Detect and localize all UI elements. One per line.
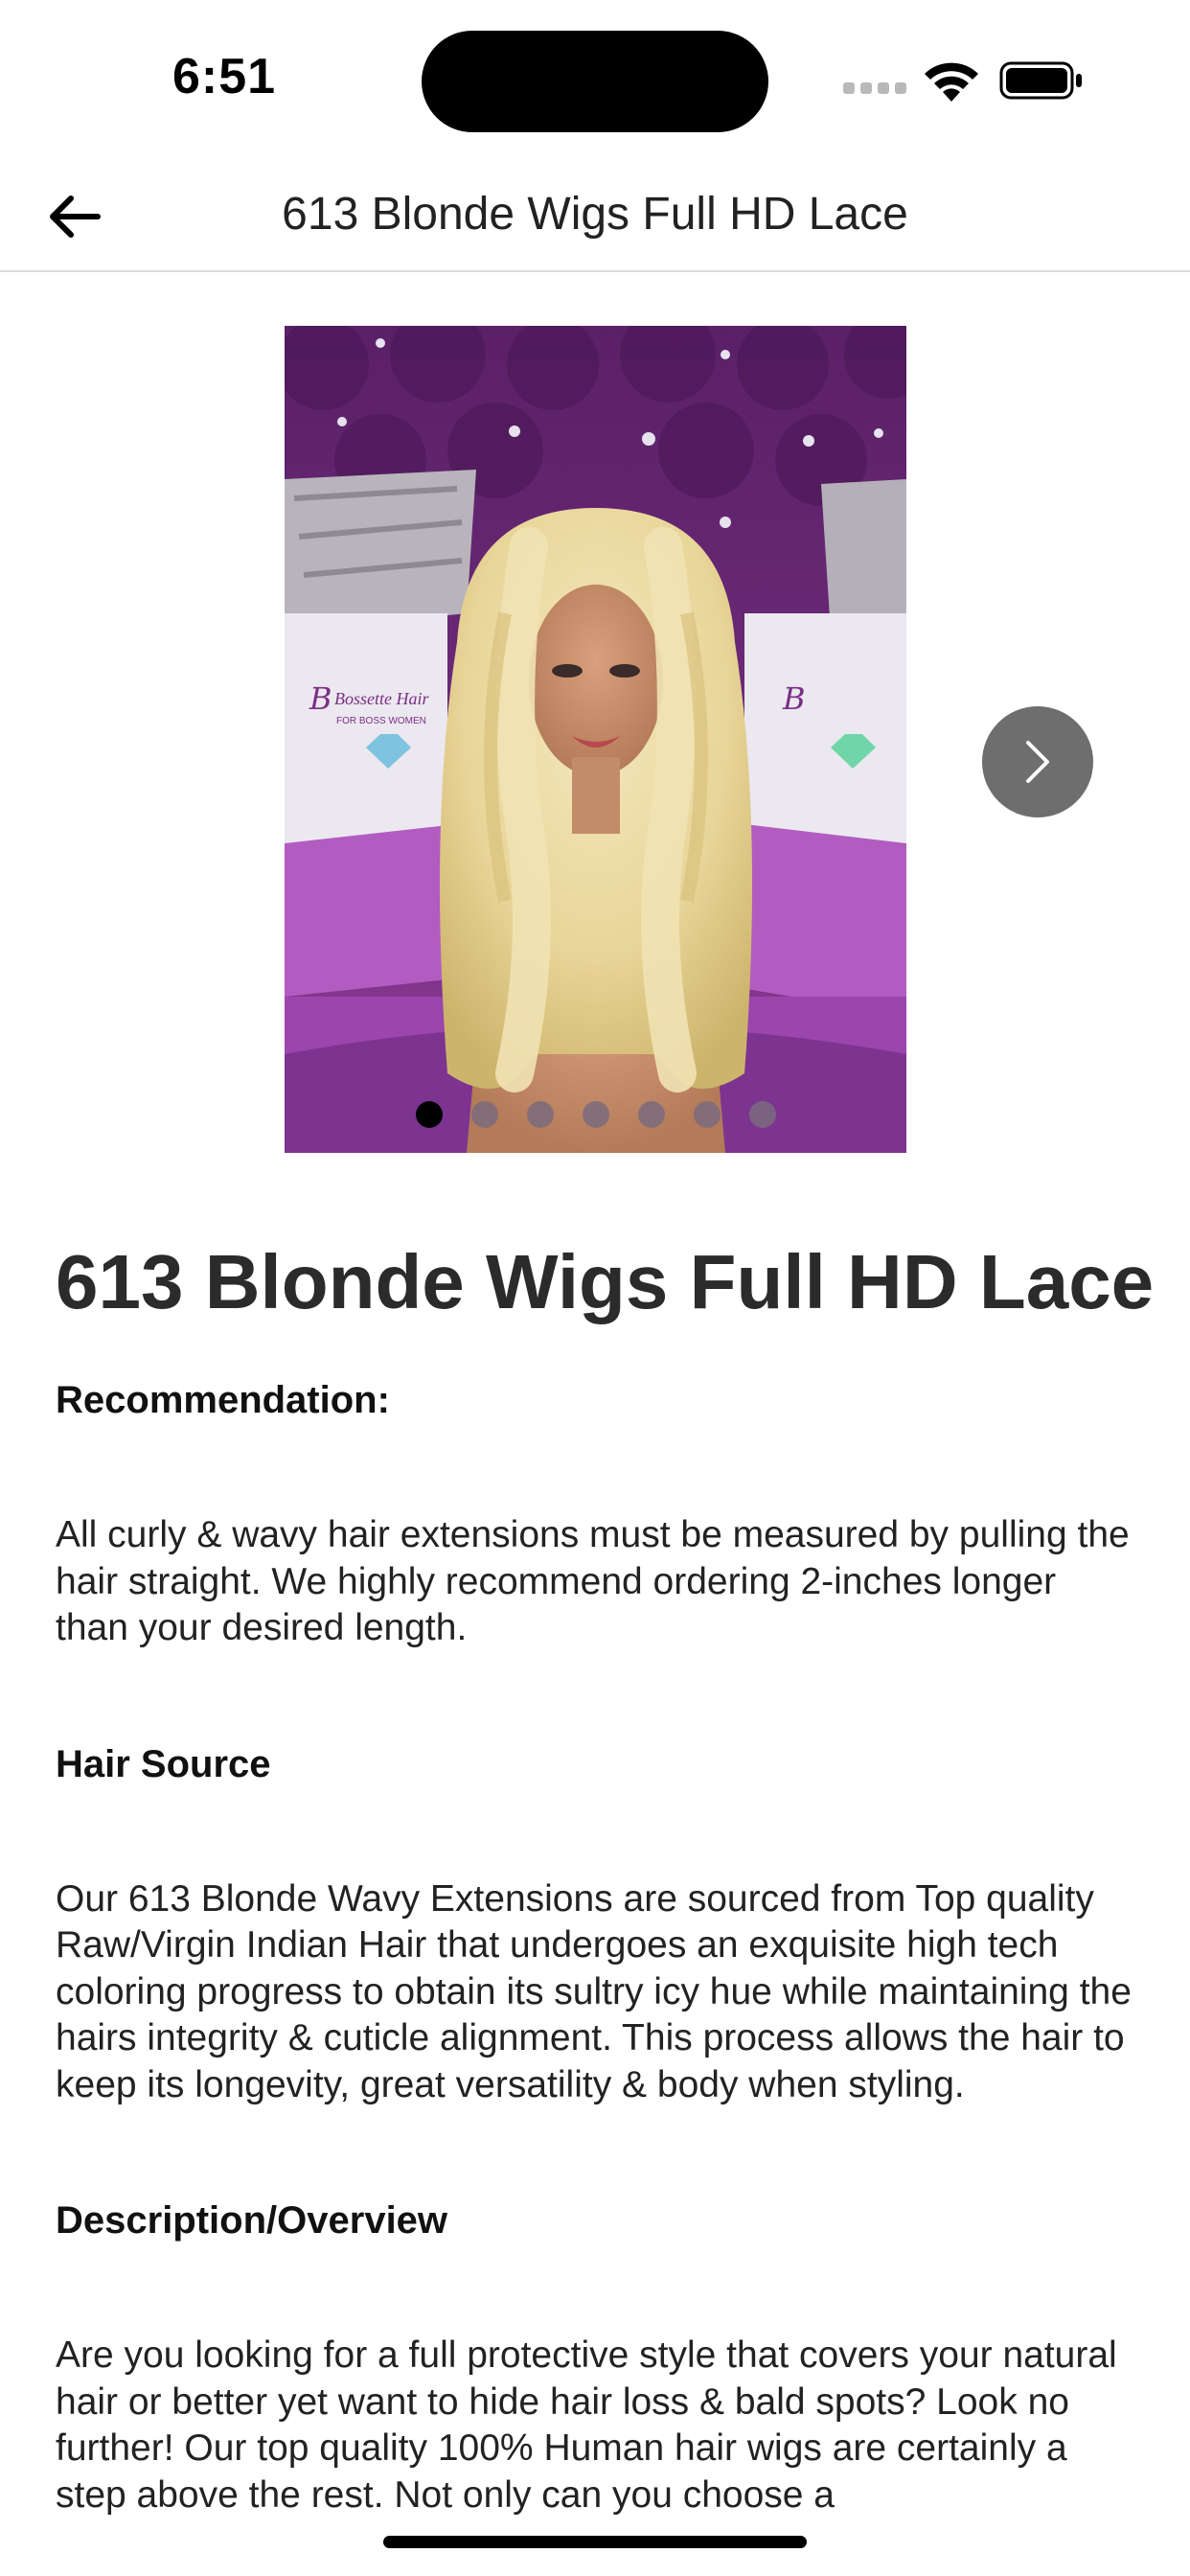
- carousel-pagination: [285, 1101, 906, 1128]
- svg-text:B: B: [782, 680, 806, 717]
- product-title: 613 Blonde Wigs Full HD Lace: [56, 1239, 1155, 1324]
- home-indicator[interactable]: [383, 2536, 807, 2548]
- carousel-dot[interactable]: [637, 1101, 665, 1128]
- carousel-next-button[interactable]: [982, 706, 1093, 817]
- carousel-dot[interactable]: [470, 1101, 498, 1128]
- section-heading-description: Description/Overview: [56, 2199, 448, 2242]
- carousel-dot[interactable]: [693, 1101, 721, 1128]
- product-photo[interactable]: B Bossette Hair FOR BOSS WOMEN B: [285, 326, 906, 1153]
- cellular-signal-icon: [843, 82, 906, 96]
- section-body-recommendation: All curly & wavy hair extensions must be…: [56, 1514, 1130, 1648]
- navigation-bar: 613 Blonde Wigs Full HD Lace: [0, 163, 1190, 272]
- carousel-dot[interactable]: [415, 1101, 443, 1128]
- arrow-left-icon: [50, 196, 101, 238]
- section-heading-recommendation: Recommendation:: [56, 1379, 390, 1421]
- svg-text:B: B: [309, 680, 332, 717]
- status-time: 6:51: [172, 49, 277, 104]
- carousel-dot[interactable]: [582, 1101, 609, 1128]
- photo-brand-text: Bossette Hair: [334, 689, 429, 708]
- dynamic-island: [422, 31, 768, 132]
- carousel-dot[interactable]: [748, 1101, 776, 1128]
- nav-title: 613 Blonde Wigs Full HD Lace: [282, 189, 908, 240]
- carousel-dot[interactable]: [526, 1101, 554, 1128]
- photo-brand-tagline: FOR BOSS WOMEN: [336, 716, 426, 726]
- chevron-right-icon: [1026, 741, 1049, 783]
- wifi-icon: [925, 62, 978, 102]
- product-image-carousel[interactable]: B Bossette Hair FOR BOSS WOMEN B: [285, 326, 906, 1153]
- battery-icon: [999, 61, 1082, 100]
- product-details: 613 Blonde Wigs Full HD Lace Recommendat…: [56, 1236, 1155, 2518]
- section-body-hair-source: Our 613 Blonde Wavy Extensions are sourc…: [56, 1877, 1132, 2105]
- back-button[interactable]: [42, 184, 107, 249]
- status-bar: 6:51: [0, 0, 1190, 163]
- section-heading-hair-source: Hair Source: [56, 1742, 271, 1785]
- section-body-description: Are you looking for a full protective st…: [56, 2334, 1117, 2516]
